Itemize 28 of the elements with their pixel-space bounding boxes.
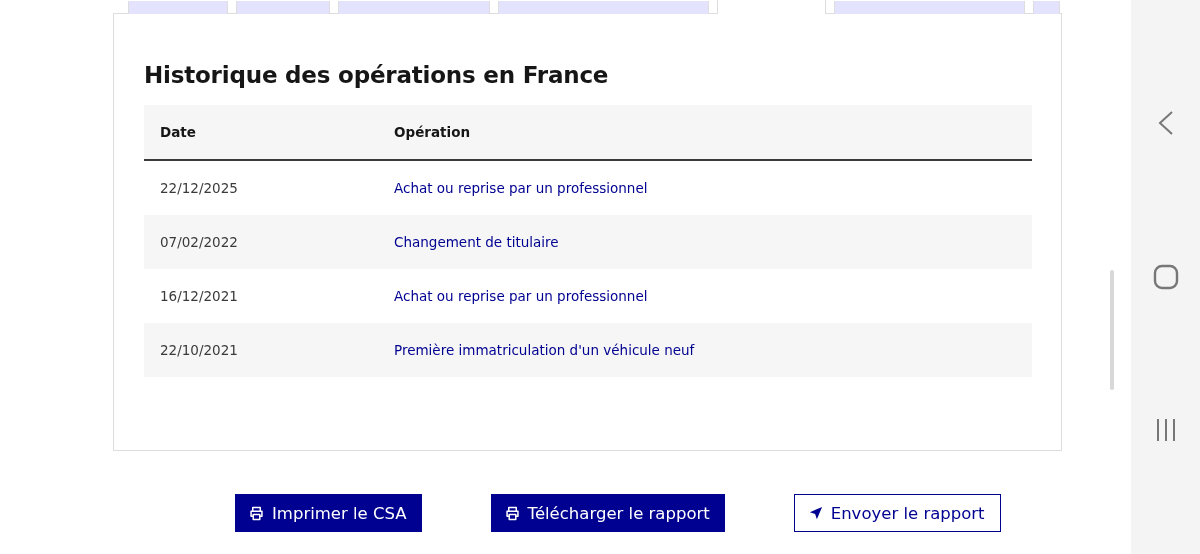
back-icon[interactable] (1156, 110, 1175, 136)
column-header: Opération (378, 105, 1032, 160)
tab[interactable] (498, 1, 709, 14)
tab[interactable] (834, 1, 1025, 14)
tab[interactable] (717, 0, 826, 14)
printer-icon (249, 505, 264, 521)
tab[interactable] (338, 1, 490, 14)
tab[interactable] (236, 1, 330, 14)
tab[interactable] (1033, 1, 1060, 14)
table-cell: 07/02/2022 (144, 215, 378, 269)
recent-apps-icon[interactable] (1154, 418, 1177, 442)
table-cell: 22/12/2025 (144, 160, 378, 215)
column-header: Date (144, 105, 378, 160)
table-cell: 22/10/2021 (144, 323, 378, 377)
scrollbar[interactable] (1110, 270, 1114, 390)
print-button[interactable]: Imprimer le CSA (235, 494, 422, 532)
tab[interactable] (128, 1, 228, 14)
table-cell: Achat ou reprise par un professionnel (378, 160, 1032, 215)
home-icon[interactable] (1152, 264, 1179, 290)
table-cell: Achat ou reprise par un professionnel (378, 269, 1032, 323)
table-cell: Première immatriculation d'un véhicule neuf (378, 323, 1032, 377)
printer-icon (504, 505, 520, 521)
section-title: Historique des opérations en France (144, 62, 610, 88)
print-button[interactable]: Télécharger le rapport (490, 494, 725, 532)
table-cell: Changement de titulaire (378, 215, 1032, 269)
table-cell: 16/12/2021 (144, 269, 378, 323)
send-button[interactable]: Envoyer le rapport (793, 494, 1001, 532)
send-icon (808, 506, 823, 520)
